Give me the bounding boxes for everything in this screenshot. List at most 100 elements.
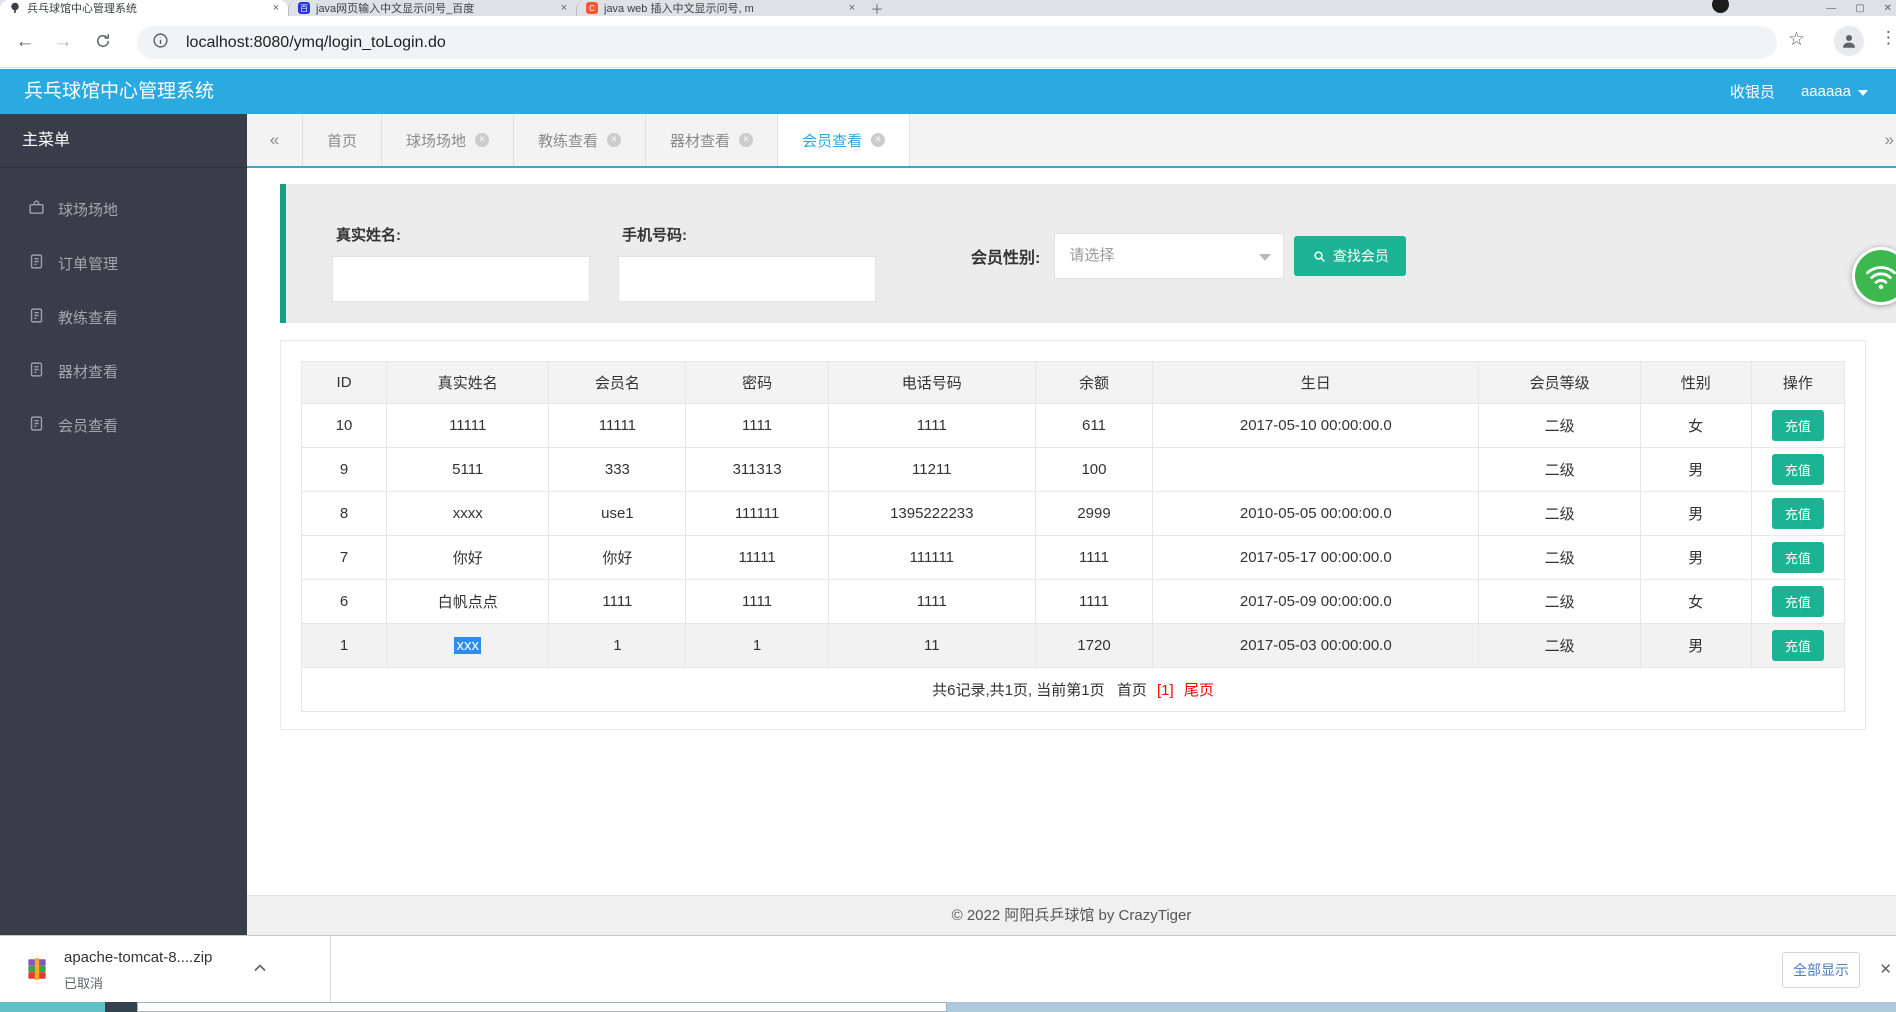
content-tab-会员查看[interactable]: 会员查看 ×: [778, 114, 911, 166]
window-close-icon[interactable]: ✕: [1884, 3, 1892, 14]
tab-close-icon[interactable]: ×: [561, 2, 567, 14]
close-icon[interactable]: ×: [607, 133, 622, 147]
table-cell: 7: [300, 535, 388, 580]
pagination-current[interactable]: [1]: [1157, 682, 1174, 699]
recharge-button[interactable]: 充值: [1771, 410, 1824, 441]
table-cell: 男: [1639, 447, 1752, 492]
table-row: 10 11111 11111 1111 1111 611 2017-05-10 00:00:…: [300, 403, 1846, 448]
download-status: 已取消: [64, 976, 104, 991]
phone-input[interactable]: [618, 256, 876, 302]
reload-icon[interactable]: [90, 29, 116, 55]
browser-tab-title: java网页输入中文显示问号_百度: [316, 3, 475, 15]
column-header: 电话号码: [827, 361, 1036, 404]
selected-text: xxx: [454, 637, 481, 654]
table-cell: 11111: [386, 403, 550, 448]
content-tab-器材查看[interactable]: 器材查看 ×: [646, 114, 779, 166]
pagination-row: 共6记录,共1页, 当前第1页 首页 [1] 尾页: [301, 667, 1845, 712]
window-minimize-icon[interactable]: —: [1826, 3, 1836, 14]
sidebar-item-器材查看[interactable]: 器材查看: [0, 344, 247, 398]
site-info-icon[interactable]: [152, 32, 169, 54]
column-header: 会员等级: [1478, 361, 1641, 404]
recharge-button[interactable]: 充值: [1771, 630, 1824, 661]
column-header: 密码: [685, 361, 829, 404]
content-tab-label: 教练查看: [538, 132, 599, 150]
forward-icon[interactable]: →: [50, 29, 76, 55]
sidebar-item-label: 球场场地: [58, 201, 119, 219]
column-header: 生日: [1152, 361, 1480, 404]
table-cell: 男: [1639, 491, 1752, 536]
new-tab-button[interactable]: ＋: [864, 0, 890, 17]
table-cell: 二级: [1478, 579, 1641, 624]
column-header: ID: [300, 361, 388, 404]
download-bar-close-icon[interactable]: ✕: [1879, 960, 1892, 978]
table-cell: 1111: [1034, 579, 1154, 624]
close-icon[interactable]: ×: [871, 133, 886, 147]
table-cell: 男: [1639, 535, 1752, 580]
tabs-scroll-right-icon[interactable]: »: [1885, 114, 1894, 166]
table-cell: [1152, 447, 1480, 492]
table-cell: 1111: [1034, 535, 1154, 580]
recharge-button[interactable]: 充值: [1771, 498, 1824, 529]
pagination-last[interactable]: 尾页: [1184, 682, 1214, 699]
table-cell: 11211: [827, 447, 1036, 492]
profile-avatar[interactable]: [1834, 26, 1864, 56]
download-filename[interactable]: apache-tomcat-8....zip: [64, 949, 212, 966]
phone-label: 手机号码:: [622, 227, 687, 244]
browser-tab[interactable]: 百 java网页输入中文显示问号_百度 ×: [288, 0, 576, 16]
back-icon[interactable]: ←: [12, 29, 38, 55]
table-row: 6 白帆点点 1111 1111 1111 1111 2017-05-09 00:00:00…: [300, 579, 1846, 624]
sidebar-item-球场场地[interactable]: 球场场地: [0, 182, 247, 236]
url-text[interactable]: localhost:8080/ymq/login_toLogin.do: [186, 34, 446, 52]
search-member-button[interactable]: 查找会员: [1294, 236, 1407, 276]
extension-icon[interactable]: [1712, 0, 1729, 13]
table-cell: 1111: [827, 579, 1036, 624]
browser-menu-icon[interactable]: ⋮: [1880, 28, 1896, 48]
content-tab-首页[interactable]: 首页: [303, 114, 383, 166]
sidebar-heading: 主菜单: [0, 114, 247, 168]
close-icon[interactable]: ×: [739, 133, 754, 147]
realname-input[interactable]: [332, 256, 590, 302]
taskbar-accent: [0, 1002, 105, 1012]
sidebar-item-会员查看[interactable]: 会员查看: [0, 398, 247, 452]
browser-tab[interactable]: 兵乓球馆中心管理系统 ×: [0, 0, 288, 16]
table-row: 8 xxxx use1 111111 1395222233 2999 2010-05-05 …: [300, 491, 1846, 536]
download-chevron-up-icon[interactable]: [250, 958, 272, 980]
content-tab-label: 首页: [327, 132, 358, 150]
recharge-button[interactable]: 充值: [1771, 454, 1824, 485]
download-bar: apache-tomcat-8....zip 已取消 全部显示 ✕: [0, 935, 1896, 1002]
table-cell: 333: [548, 447, 687, 492]
sidebar-item-订单管理[interactable]: 订单管理: [0, 236, 247, 290]
tab-close-icon[interactable]: ×: [273, 2, 279, 14]
sidebar-item-教练查看[interactable]: 教练查看: [0, 290, 247, 344]
recharge-button[interactable]: 充值: [1771, 542, 1824, 573]
table-cell: 充值: [1750, 403, 1846, 448]
taskbar-search-box[interactable]: [137, 1002, 947, 1012]
table-cell: 充值: [1750, 579, 1846, 624]
column-header: 余额: [1034, 361, 1154, 404]
sidebar-item-label: 器材查看: [58, 363, 119, 381]
browser-tab[interactable]: Cjava web 插入中文显示问号, m ×: [576, 0, 864, 16]
browser-tab-title: 兵乓球馆中心管理系统: [27, 3, 137, 15]
window-maximize-icon[interactable]: ▢: [1855, 3, 1864, 14]
content-tab-球场场地[interactable]: 球场场地 ×: [382, 114, 515, 166]
sidebar-item-label: 订单管理: [58, 255, 119, 273]
file-icon: [28, 253, 45, 274]
address-bar[interactable]: localhost:8080/ymq/login_toLogin.do: [137, 26, 1777, 59]
recharge-button[interactable]: 充值: [1771, 586, 1824, 617]
tabs-scroll-left-icon[interactable]: «: [247, 114, 303, 166]
tab-close-icon[interactable]: ×: [849, 2, 855, 14]
content-tab-教练查看[interactable]: 教练查看 ×: [514, 114, 647, 166]
close-icon[interactable]: ×: [475, 133, 490, 147]
archive-file-icon: [24, 956, 50, 987]
paddle-favicon: [9, 2, 21, 14]
pagination-first[interactable]: 首页: [1117, 682, 1147, 699]
csdn-favicon: C: [586, 2, 598, 14]
show-all-downloads-button[interactable]: 全部显示: [1782, 952, 1860, 988]
member-table-panel: ID 真实姓名 会员名 密码 电话号码 余额 生日 会员等级 性别 操作 10 11111 11111…: [280, 340, 1866, 730]
bookmark-star-icon[interactable]: ☆: [1788, 28, 1805, 51]
table-cell: 111111: [827, 535, 1036, 580]
table-cell: 男: [1639, 623, 1752, 668]
user-menu[interactable]: aaaaaa: [1801, 83, 1868, 100]
gender-select[interactable]: 请选择: [1054, 233, 1285, 279]
table-cell: 白帆点点: [386, 579, 550, 624]
